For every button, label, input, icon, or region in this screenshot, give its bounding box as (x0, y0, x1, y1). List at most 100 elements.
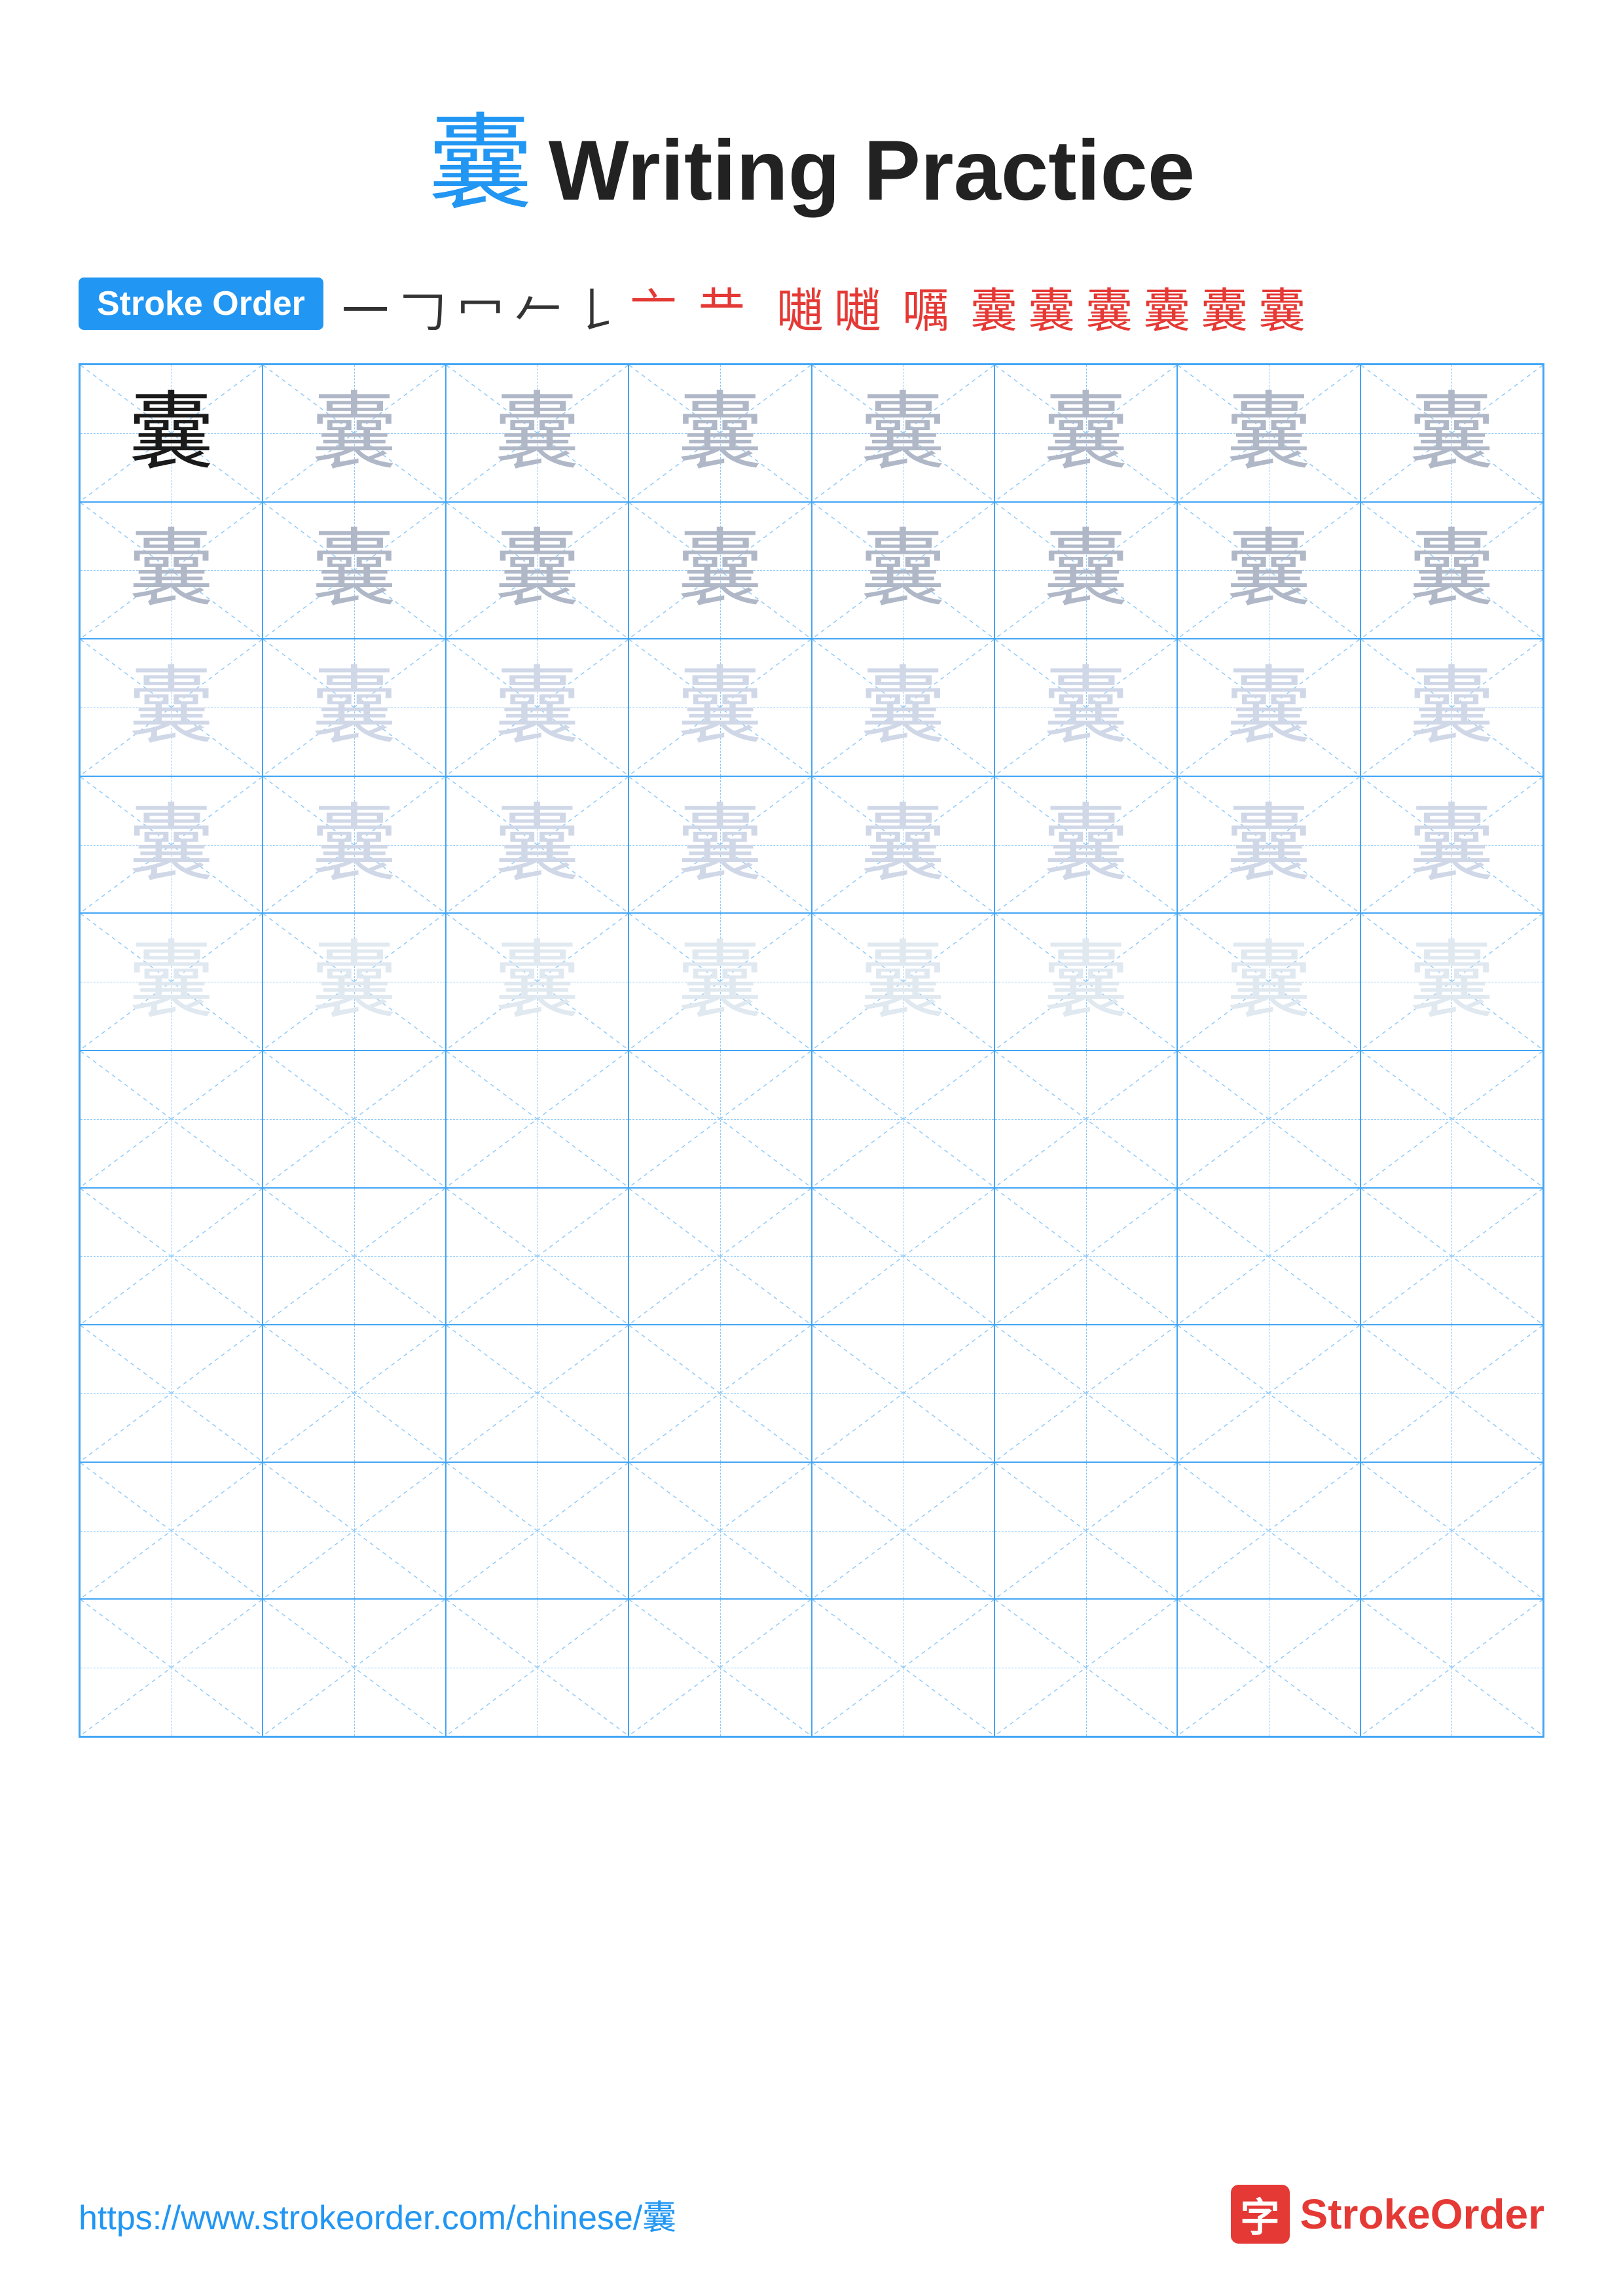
grid-cell-r8c6[interactable] (994, 1325, 1177, 1462)
grid-cell-r7c2[interactable] (263, 1188, 445, 1325)
char-r5c8: 囊 (1409, 939, 1494, 1024)
grid-cell-r9c6[interactable] (994, 1462, 1177, 1600)
char-r5c5: 囊 (860, 939, 945, 1024)
char-r1c2: 囊 (312, 391, 397, 476)
grid-cell-r2c7[interactable]: 囊 (1177, 502, 1360, 639)
grid-cell-r7c6[interactable] (994, 1188, 1177, 1325)
grid-cell-r8c1[interactable] (80, 1325, 263, 1462)
grid-cell-r4c6[interactable]: 囊 (994, 776, 1177, 914)
grid-cell-r3c8[interactable]: 囊 (1360, 639, 1543, 776)
grid-cell-r3c5[interactable]: 囊 (812, 639, 994, 776)
grid-cell-r1c4[interactable]: 囊 (629, 365, 811, 502)
grid-cell-r5c5[interactable]: 囊 (812, 913, 994, 1050)
grid-cell-r7c1[interactable] (80, 1188, 263, 1325)
grid-cell-r6c5[interactable] (812, 1050, 994, 1188)
char-r2c2: 囊 (312, 528, 397, 613)
strokeorder-logo-icon: 字 (1231, 2185, 1290, 2244)
grid-cell-r3c6[interactable]: 囊 (994, 639, 1177, 776)
grid-cell-r9c2[interactable] (263, 1462, 445, 1600)
grid-cell-r10c7[interactable] (1177, 1599, 1360, 1736)
grid-cell-r5c8[interactable]: 囊 (1360, 913, 1543, 1050)
stroke-16: 囊 (970, 272, 1017, 341)
grid-cell-r10c6[interactable] (994, 1599, 1177, 1736)
grid-cell-r6c8[interactable] (1360, 1050, 1543, 1188)
char-r1c4: 囊 (678, 391, 763, 476)
grid-cell-r9c7[interactable] (1177, 1462, 1360, 1600)
grid-cell-r4c2[interactable]: 囊 (263, 776, 445, 914)
char-r2c3: 囊 (494, 528, 579, 613)
grid-cell-r7c3[interactable] (446, 1188, 629, 1325)
grid-cell-r2c2[interactable]: 囊 (263, 502, 445, 639)
grid-cell-r2c3[interactable]: 囊 (446, 502, 629, 639)
stroke-20: 囊 (1201, 272, 1248, 341)
grid-cell-r4c4[interactable]: 囊 (629, 776, 811, 914)
char-r3c5: 囊 (860, 665, 945, 750)
logo-order: Order (1431, 2191, 1544, 2238)
grid-cell-r8c7[interactable] (1177, 1325, 1360, 1462)
grid-cell-r4c1[interactable]: 囊 (80, 776, 263, 914)
grid-cell-r1c3[interactable]: 囊 (446, 365, 629, 502)
char-r1c3: 囊 (494, 391, 579, 476)
grid-cell-r2c1[interactable]: 囊 (80, 502, 263, 639)
grid-cell-r10c8[interactable] (1360, 1599, 1543, 1736)
grid-cell-r2c4[interactable]: 囊 (629, 502, 811, 639)
grid-cell-r1c7[interactable]: 囊 (1177, 365, 1360, 502)
grid-cell-r5c3[interactable]: 囊 (446, 913, 629, 1050)
grid-cell-r5c4[interactable]: 囊 (629, 913, 811, 1050)
grid-cell-r3c1[interactable]: 囊 (80, 639, 263, 776)
grid-cell-r9c5[interactable] (812, 1462, 994, 1600)
grid-cell-r3c4[interactable]: 囊 (629, 639, 811, 776)
grid-cell-r4c5[interactable]: 囊 (812, 776, 994, 914)
grid-cell-r8c3[interactable] (446, 1325, 629, 1462)
grid-cell-r6c3[interactable] (446, 1050, 629, 1188)
grid-cell-r6c2[interactable] (263, 1050, 445, 1188)
char-r5c4: 囊 (678, 939, 763, 1024)
grid-cell-r1c5[interactable]: 囊 (812, 365, 994, 502)
grid-cell-r4c7[interactable]: 囊 (1177, 776, 1360, 914)
grid-cell-r6c4[interactable] (629, 1050, 811, 1188)
grid-cell-r2c8[interactable]: 囊 (1360, 502, 1543, 639)
grid-cell-r10c1[interactable] (80, 1599, 263, 1736)
stroke-order-badge: Stroke Order (79, 278, 323, 330)
grid-cell-r10c4[interactable] (629, 1599, 811, 1736)
grid-cell-r9c4[interactable] (629, 1462, 811, 1600)
grid-cell-r6c6[interactable] (994, 1050, 1177, 1188)
grid-cell-r9c1[interactable] (80, 1462, 263, 1600)
stroke-21: 囊 (1258, 272, 1305, 341)
char-r5c7: 囊 (1226, 939, 1311, 1024)
grid-cell-r2c5[interactable]: 囊 (812, 502, 994, 639)
grid-cell-r9c8[interactable] (1360, 1462, 1543, 1600)
grid-cell-r7c4[interactable] (629, 1188, 811, 1325)
grid-cell-r1c2[interactable]: 囊 (263, 365, 445, 502)
grid-cell-r1c8[interactable]: 囊 (1360, 365, 1543, 502)
grid-cell-r3c3[interactable]: 囊 (446, 639, 629, 776)
stroke-1: 一 (342, 272, 389, 341)
grid-cell-r6c7[interactable] (1177, 1050, 1360, 1188)
grid-cell-r1c1[interactable]: 囊 (80, 365, 263, 502)
logo-char: 字 (1241, 2186, 1280, 2243)
stroke-3: 冖 (457, 272, 504, 341)
grid-cell-r8c5[interactable] (812, 1325, 994, 1462)
grid-cell-r3c2[interactable]: 囊 (263, 639, 445, 776)
grid-cell-r3c7[interactable]: 囊 (1177, 639, 1360, 776)
grid-cell-r10c2[interactable] (263, 1599, 445, 1736)
grid-cell-r5c1[interactable]: 囊 (80, 913, 263, 1050)
grid-cell-r4c8[interactable]: 囊 (1360, 776, 1543, 914)
grid-cell-r7c7[interactable] (1177, 1188, 1360, 1325)
grid-cell-r7c8[interactable] (1360, 1188, 1543, 1325)
grid-cell-r8c2[interactable] (263, 1325, 445, 1462)
grid-cell-r4c3[interactable]: 囊 (446, 776, 629, 914)
grid-cell-r7c5[interactable] (812, 1188, 994, 1325)
grid-cell-r9c3[interactable] (446, 1462, 629, 1600)
grid-cell-r5c6[interactable]: 囊 (994, 913, 1177, 1050)
grid-cell-r5c7[interactable]: 囊 (1177, 913, 1360, 1050)
grid-cell-r8c4[interactable] (629, 1325, 811, 1462)
grid-cell-r1c6[interactable]: 囊 (994, 365, 1177, 502)
footer-url[interactable]: https://www.strokeorder.com/chinese/囊 (79, 2190, 676, 2239)
grid-cell-r2c6[interactable]: 囊 (994, 502, 1177, 639)
grid-cell-r8c8[interactable] (1360, 1325, 1543, 1462)
grid-cell-r10c3[interactable] (446, 1599, 629, 1736)
grid-cell-r10c5[interactable] (812, 1599, 994, 1736)
grid-cell-r6c1[interactable] (80, 1050, 263, 1188)
grid-cell-r5c2[interactable]: 囊 (263, 913, 445, 1050)
